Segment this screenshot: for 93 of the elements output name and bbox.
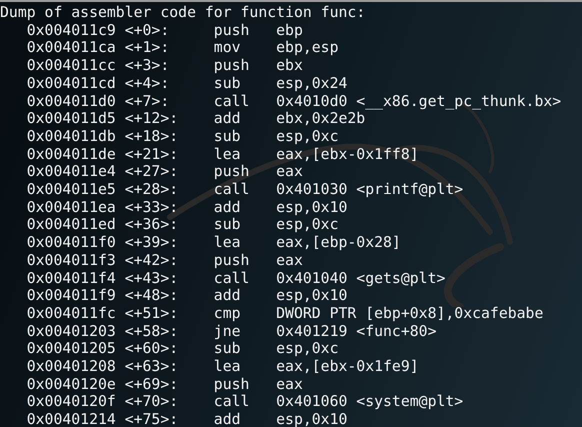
address: 0x004011ca: [26, 39, 116, 56]
operands: 0x4010d0 <__x86.get_pc_thunk.bx>: [276, 92, 562, 110]
address: 0x004011d5: [26, 110, 116, 128]
mnemonic: call: [214, 92, 250, 110]
offset: <+60>:: [124, 340, 178, 358]
address: 0x004011cd: [26, 74, 116, 92]
offset: <+28>:: [124, 181, 178, 198]
operands: 0x401060 <system@plt>: [276, 393, 464, 410]
address: 0x004011e5: [26, 181, 116, 198]
address: 0x00401205: [26, 340, 116, 358]
operands: esp,0xc: [276, 128, 338, 145]
mnemonic: add: [214, 110, 241, 128]
offset: <+70>:: [124, 393, 178, 410]
address: 0x0040120e: [26, 376, 116, 393]
operands: esp,0x10: [276, 198, 348, 216]
address: 0x004011c9: [26, 22, 116, 39]
mnemonic: sub: [214, 74, 241, 92]
mnemonic: call: [214, 270, 250, 287]
offset: <+0>:: [124, 22, 170, 39]
offset: <+42>:: [124, 252, 178, 269]
mnemonic: sub: [214, 128, 241, 145]
offset: <+75>:: [124, 411, 178, 427]
mnemonic: sub: [214, 216, 241, 234]
offset: <+1>:: [124, 39, 170, 56]
offset: <+43>:: [124, 270, 178, 287]
operands: DWORD PTR [ebp+0x8],0xcafebabe: [276, 304, 544, 322]
address: 0x00401214: [26, 411, 116, 427]
mnemonic: push: [214, 22, 250, 39]
address: 0x004011f4: [26, 270, 116, 287]
mnemonic: add: [214, 198, 241, 216]
operands: eax,[ebx-0x1ff8]: [276, 146, 419, 163]
operands: ebp: [276, 22, 303, 39]
mnemonic: add: [214, 411, 241, 427]
operands: eax: [276, 376, 303, 393]
address: 0x004011ea: [26, 198, 116, 216]
mnemonic: mov: [214, 39, 241, 56]
address: 0x004011e4: [26, 163, 116, 180]
operands: eax: [276, 252, 303, 269]
offset: <+18>:: [124, 128, 178, 145]
offset: <+7>:: [124, 92, 170, 110]
offset: <+4>:: [124, 74, 170, 92]
mnemonic: push: [214, 252, 250, 269]
mnemonic: push: [214, 376, 250, 393]
mnemonic: lea: [214, 234, 241, 252]
address: 0x00401203: [26, 322, 116, 340]
operands: 0x401030 <printf@plt>: [276, 181, 464, 198]
mnemonic: lea: [214, 358, 241, 376]
address: 0x004011cc: [26, 57, 116, 74]
address: 0x0040120f: [26, 393, 116, 410]
address: 0x00401208: [26, 358, 116, 376]
operands: eax,[ebx-0x1fe9]: [276, 358, 419, 376]
operands: eax: [276, 163, 303, 180]
address: 0x004011d0: [26, 92, 116, 110]
address: 0x004011db: [26, 128, 116, 145]
offset: <+21>:: [124, 146, 178, 163]
offset: <+33>:: [124, 198, 178, 216]
offset: <+51>:: [124, 304, 178, 322]
mnemonic: push: [214, 57, 250, 74]
address: 0x004011ed: [26, 216, 116, 234]
offset: <+48>:: [124, 287, 178, 304]
offset: <+39>:: [124, 234, 178, 252]
mnemonic: push: [214, 163, 250, 180]
mnemonic: add: [214, 287, 241, 304]
dump-header: Dump of assembler code for function func:: [0, 4, 366, 21]
address: 0x004011f0: [26, 234, 116, 252]
address: 0x004011f9: [26, 287, 116, 304]
offset: <+69>:: [124, 376, 178, 393]
offset: <+3>:: [124, 57, 170, 74]
offset: <+27>:: [124, 163, 178, 180]
operands: esp,0xc: [276, 340, 338, 358]
operands: ebx: [276, 57, 303, 74]
operands: esp,0x10: [276, 411, 348, 427]
operands: ebx,0x2e2b: [276, 110, 366, 128]
operands: esp,0x24: [276, 74, 348, 92]
address: 0x004011fc: [26, 304, 116, 322]
operands: 0x401219 <func+80>: [276, 322, 436, 340]
offset: <+12>:: [124, 110, 178, 128]
operands: 0x401040 <gets@plt>: [276, 270, 446, 287]
address: 0x004011f3: [26, 252, 116, 269]
mnemonic: call: [214, 393, 250, 410]
operands: esp,0xc: [276, 216, 338, 234]
operands: ebp,esp: [276, 39, 338, 56]
operands: esp,0x10: [276, 287, 348, 304]
mnemonic: sub: [214, 340, 241, 358]
offset: <+58>:: [124, 322, 178, 340]
address: 0x004011de: [26, 146, 116, 163]
mnemonic: cmp: [214, 304, 241, 322]
offset: <+36>:: [124, 216, 178, 234]
mnemonic: call: [214, 181, 250, 198]
offset: <+63>:: [124, 358, 178, 376]
mnemonic: jne: [214, 322, 241, 340]
operands: eax,[ebp-0x28]: [276, 234, 401, 252]
mnemonic: lea: [214, 146, 241, 163]
